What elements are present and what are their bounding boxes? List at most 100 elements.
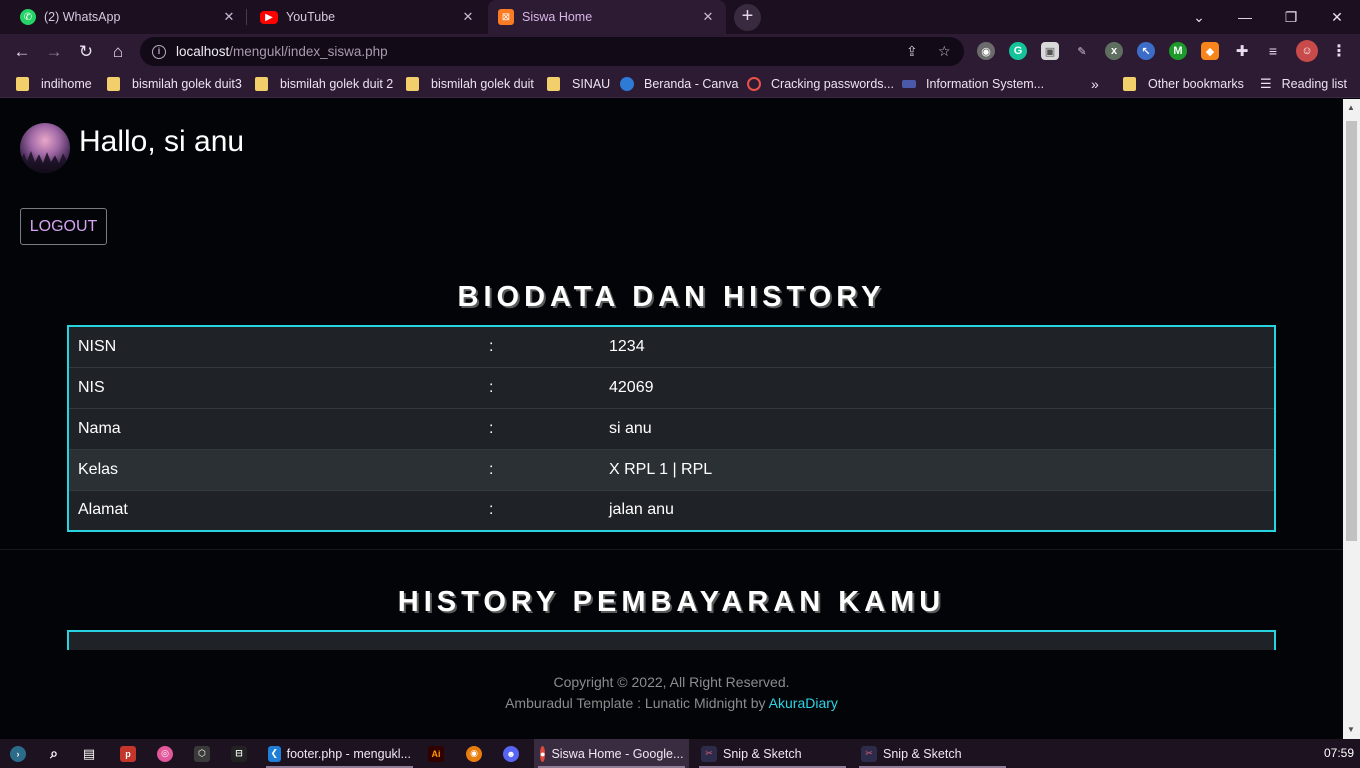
bookmark-sinau[interactable]: SINAU [547,70,610,98]
reload-icon[interactable]: ↻ [72,38,100,66]
snip-sketch-icon: ✂ [861,745,877,762]
row-value: 1234 [609,337,645,355]
tab-whatsapp[interactable]: ✆ (2) WhatsApp ✕ [0,0,247,34]
tab-title: YouTube [286,10,336,24]
row-label: NISN [78,337,117,355]
page-scrollbar[interactable]: ▲ ▼ [1343,99,1360,739]
close-icon[interactable]: ✕ [221,9,237,25]
table-row: Alamat : jalan anu [68,490,1275,531]
tab-youtube[interactable]: ▶ YouTube ✕ [248,0,486,34]
bookmark-label: bismilah golek duit [431,77,534,91]
extension-spy-icon[interactable]: ◉ [977,42,995,60]
back-arrow-icon[interactable]: ← [8,38,36,66]
minimize-button[interactable]: — [1222,0,1268,34]
extensions-puzzle-icon[interactable]: ✚ [1233,42,1251,60]
taskbar-illustrator[interactable]: Ai [428,739,450,768]
taskbar-discord[interactable]: ☻ [503,739,525,768]
bookmark-indihome[interactable]: indihome [16,70,92,98]
address-bar[interactable]: i localhost/mengukl/index_siswa.php ⇪ ☆ [140,37,964,66]
logout-button[interactable]: LOGOUT [20,208,107,245]
row-label: Alamat [78,501,128,519]
taskbar-vscode[interactable]: ❮ footer.php - mengukl... [262,739,417,768]
scroll-down-arrow-icon[interactable]: ▼ [1347,725,1355,734]
share-icon[interactable]: ⇪ [906,43,918,60]
url-host: localhost [176,44,230,59]
bookmark-golek-duit3[interactable]: bismilah golek duit3 [107,70,242,98]
extension-pen-icon[interactable]: ✎ [1073,42,1091,60]
biodata-table: NISN : 1234 NIS : 42069 Nama : si anu Ke… [67,325,1276,532]
table-row: NISN : 1234 [68,326,1275,367]
taskbar-snip-sketch-2[interactable]: ✂ Snip & Sketch [855,739,1010,768]
scrollbar-thumb[interactable] [1346,121,1357,541]
bookmark-golek-duit2[interactable]: bismilah golek duit 2 [255,70,393,98]
taskbar-pinned-app[interactable]: ⊟ [231,739,253,768]
home-icon[interactable]: ⌂ [104,38,132,66]
site-icon [902,80,916,88]
author-link[interactable]: AkuraDiary [769,695,838,711]
metamask-icon[interactable]: ◆ [1201,42,1219,60]
bookmark-label: indihome [41,77,92,91]
media-queue-icon[interactable]: ≡ [1264,42,1282,60]
tab-search-chevron-icon[interactable]: ⌄ [1176,0,1222,34]
restore-button[interactable]: ❐ [1268,0,1314,34]
greeting-heading: Hallo, si anu [79,125,245,158]
bookmark-other[interactable]: Other bookmarks [1123,70,1244,98]
bookmark-star-icon[interactable]: ☆ [938,43,951,60]
menu-kebab-icon[interactable]: ⋮ [1330,42,1348,60]
profile-avatar-icon[interactable]: ☺ [1296,40,1318,62]
vscode-icon: ❮ [268,745,281,762]
folder-icon [16,77,29,91]
folder-icon [255,77,268,91]
taskbar-snip-sketch-1[interactable]: ✂ Snip & Sketch [695,739,850,768]
row-separator: : [489,378,494,396]
chrome-icon: ● [540,745,546,762]
grammarly-icon[interactable]: G [1009,42,1027,60]
bookmark-canva[interactable]: Beranda - Canva [620,70,739,98]
app-p-icon: p [120,745,136,762]
extension-x-icon[interactable]: x [1105,42,1123,60]
taskbar-chrome[interactable]: ● Siswa Home - Google... [534,739,689,768]
discord-icon: ☻ [503,745,519,762]
taskbar-clock[interactable]: 07:59 [1324,739,1354,768]
extension-m-icon[interactable]: M [1169,42,1187,60]
search-button[interactable]: ⌕ [46,739,68,768]
bookmark-cracking[interactable]: Cracking passwords... [747,70,894,98]
row-value: jalan anu [609,501,674,519]
bookmark-information-system[interactable]: Information System... [902,70,1044,98]
new-tab-button[interactable]: + [734,4,761,31]
task-view-button[interactable]: ▤ [81,739,103,768]
extension-cursor-icon[interactable]: ↖ [1137,42,1155,60]
taskbar-item-label: Snip & Sketch [883,746,962,761]
extension-image-icon[interactable]: ▣ [1041,42,1059,60]
scroll-up-arrow-icon[interactable]: ▲ [1347,103,1355,112]
taskbar-pinned-app[interactable]: ⬡ [194,739,216,768]
forward-arrow-icon[interactable]: → [40,38,68,66]
section-divider [0,549,1343,550]
close-icon[interactable]: ✕ [700,9,716,25]
xampp-icon: ⊠ [498,9,514,25]
bookmark-golek-duit[interactable]: bismilah golek duit [406,70,534,98]
bookmarks-overflow-button[interactable]: » [1091,70,1099,98]
site-info-icon[interactable]: i [152,44,166,59]
reading-list-button[interactable]: ☰ Reading list [1260,70,1347,98]
table-row: NIS : 42069 [68,367,1275,408]
close-window-button[interactable]: ✕ [1314,0,1360,34]
page-viewport: Hallo, si anu LOGOUT BIODATA DAN HISTORY… [0,99,1343,739]
folder-icon [107,77,120,91]
template-credit-text: Amburadul Template : Lunatic Midnight by [505,695,769,711]
row-separator: : [489,460,494,478]
browser-toolbar: ← → ↻ ⌂ i localhost/mengukl/index_siswa.… [0,34,1360,70]
browser-tab-strip: ✆ (2) WhatsApp ✕ ▶ YouTube ✕ ⊠ Siswa Hom… [0,0,1360,34]
taskbar-pinned-app[interactable]: p [120,739,142,768]
close-icon[interactable]: ✕ [460,9,476,25]
app-circle-icon: ◎ [157,745,173,762]
bookmark-label: Information System... [926,77,1045,91]
taskbar-blender[interactable]: ◉ [466,739,488,768]
bookmark-label: Beranda - Canva [644,77,739,91]
history-table [67,630,1276,650]
taskbar-pinned-app[interactable]: ◎ [157,739,179,768]
start-button[interactable]: › [10,739,32,768]
row-separator: : [489,337,494,355]
tab-siswa-home[interactable]: ⊠ Siswa Home ✕ [488,0,726,34]
bookmark-label: Other bookmarks [1148,77,1244,91]
